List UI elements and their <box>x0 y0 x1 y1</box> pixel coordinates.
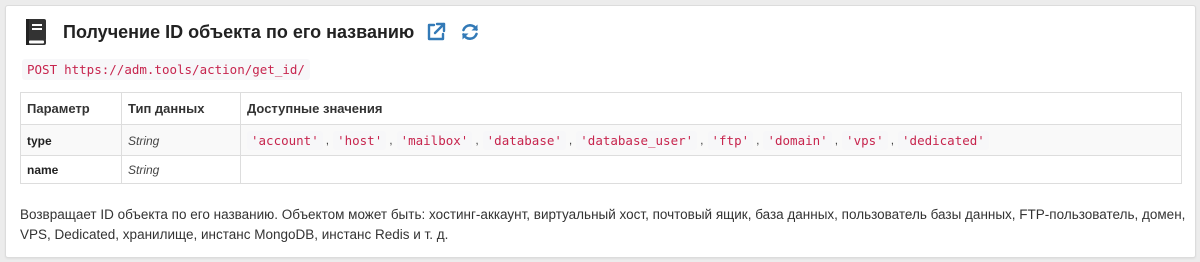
value-vps: 'vps' <box>842 130 888 150</box>
value-host: 'host' <box>333 130 387 150</box>
header-param: Параметр <box>20 92 122 125</box>
param-name: type <box>27 133 52 148</box>
values-list: 'account', 'host', 'mailbox', 'database'… <box>247 130 1175 150</box>
param-type: String <box>128 133 160 148</box>
refresh-icon[interactable] <box>460 22 480 42</box>
value-domain: 'domain' <box>763 130 832 150</box>
value-account: 'account' <box>247 130 323 150</box>
param-values-cell: 'account', 'host', 'mailbox', 'database'… <box>240 124 1182 156</box>
param-type: String <box>128 163 160 177</box>
param-name-cell: type <box>20 124 122 156</box>
separator: , <box>890 133 895 147</box>
parameters-table: Параметр Тип данных Доступные значения t… <box>20 92 1182 184</box>
table-row: name String <box>20 155 1182 184</box>
table-header-row: Параметр Тип данных Доступные значения <box>20 92 1182 125</box>
separator: , <box>389 133 393 147</box>
value-database: 'database' <box>482 130 566 150</box>
param-type-cell: String <box>121 155 241 184</box>
separator: , <box>700 133 704 147</box>
param-values-cell <box>240 155 1182 184</box>
endpoint-code: POST https://adm.tools/action/get_id/ <box>22 59 310 80</box>
separator: , <box>568 133 573 147</box>
value-dedicated: 'dedicated' <box>898 130 989 150</box>
book-icon <box>23 18 49 46</box>
separator: , <box>475 133 479 147</box>
header-values: Доступные значения <box>240 92 1182 125</box>
header-type: Тип данных <box>121 92 241 125</box>
value-database-user: 'database_user' <box>576 130 698 150</box>
param-type-cell: String <box>121 124 241 156</box>
param-name: name <box>27 163 59 177</box>
value-mailbox: 'mailbox' <box>396 130 473 150</box>
method-description: Возвращает ID объекта по его названию. О… <box>20 207 1186 242</box>
separator: , <box>834 133 839 147</box>
table-row: type String 'account', 'host', 'mailbox'… <box>20 124 1182 156</box>
page-title: Получение ID объекта по его названию <box>63 22 415 42</box>
separator: , <box>325 133 330 147</box>
value-ftp: 'ftp' <box>707 130 754 150</box>
param-name-cell: name <box>20 155 122 184</box>
external-link-icon[interactable] <box>426 22 446 42</box>
endpoint-url: https://adm.tools/action/get_id/ <box>64 62 305 77</box>
separator: , <box>756 133 760 147</box>
method-panel: Получение ID объекта по его названию POS… <box>5 5 1196 258</box>
panel-header: Получение ID объекта по его названию <box>23 17 480 47</box>
http-method: POST <box>27 62 58 77</box>
